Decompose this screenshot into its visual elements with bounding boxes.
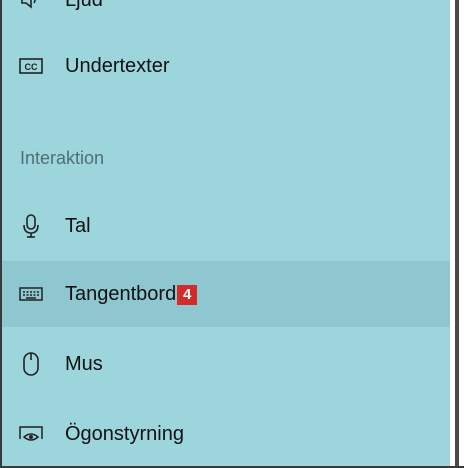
svg-text:CC: CC — [25, 62, 38, 72]
closed-captions-icon: CC — [18, 53, 44, 79]
nav-item-label: Undertexter — [65, 54, 170, 77]
keyboard-icon — [18, 281, 44, 307]
nav-item-label: Mus — [65, 352, 103, 375]
nav-item-label: Ögonstyrning — [65, 422, 184, 445]
settings-navigation-panel: Ljud CC Undertexter Interaktion Tal — [0, 0, 464, 468]
speaker-icon — [18, 0, 44, 13]
nav-item-label-with-badge: Tangentbord 4 — [65, 282, 198, 306]
scrollbar[interactable] — [450, 0, 464, 466]
mouse-icon — [18, 351, 44, 377]
nav-item-undertexter[interactable]: CC Undertexter — [2, 33, 450, 99]
scrollbar-thumb[interactable] — [455, 0, 459, 466]
nav-item-ljud[interactable]: Ljud — [2, 0, 450, 33]
nav-item-label: Tal — [65, 214, 91, 237]
nav-item-tal[interactable]: Tal — [2, 193, 450, 259]
nav-item-tangentbord[interactable]: Tangentbord 4 — [2, 261, 450, 327]
nav-item-ogonstyrning[interactable]: Ögonstyrning — [2, 401, 450, 466]
callout-number-badge: 4 — [177, 284, 198, 305]
nav-item-label: Tangentbord — [65, 282, 177, 305]
microphone-icon — [18, 213, 44, 239]
section-heading-interaktion: Interaktion — [20, 148, 105, 168]
nav-item-mus[interactable]: Mus — [2, 331, 450, 397]
eye-control-icon — [18, 421, 44, 447]
nav-item-label: Ljud — [65, 0, 103, 12]
